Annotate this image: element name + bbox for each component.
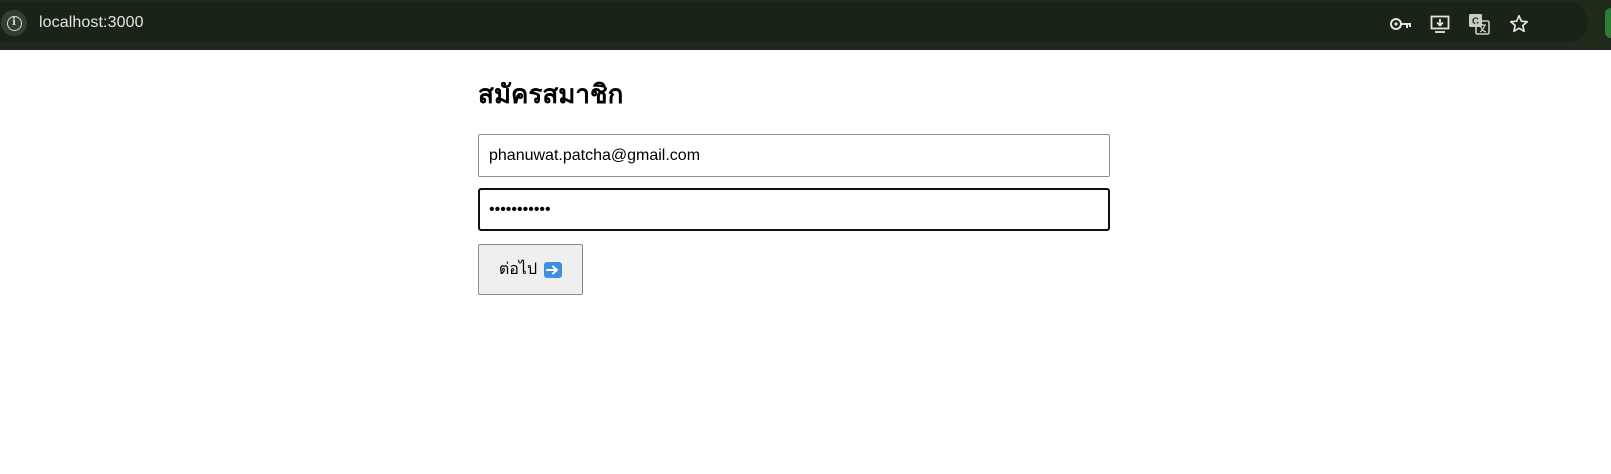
password-field[interactable] xyxy=(478,188,1110,231)
page-title: สมัครสมาชิก xyxy=(478,80,624,110)
install-app-icon[interactable] xyxy=(1429,13,1451,35)
next-button[interactable]: ต่อไป xyxy=(478,244,583,295)
site-info-icon[interactable]: i xyxy=(1,10,27,36)
key-icon[interactable] xyxy=(1390,13,1412,35)
profile-edge-indicator xyxy=(1605,8,1611,38)
right-arrow-emoji-icon xyxy=(544,261,563,278)
browser-toolbar: i localhost:3000 G xyxy=(0,0,1611,50)
address-bar[interactable]: i localhost:3000 G xyxy=(0,2,1588,42)
email-field[interactable] xyxy=(478,134,1110,177)
star-bookmark-icon[interactable] xyxy=(1508,13,1530,35)
url-text[interactable]: localhost:3000 xyxy=(39,13,144,33)
translate-icon[interactable]: G xyxy=(1468,13,1490,35)
next-button-label: ต่อไป xyxy=(498,259,538,278)
